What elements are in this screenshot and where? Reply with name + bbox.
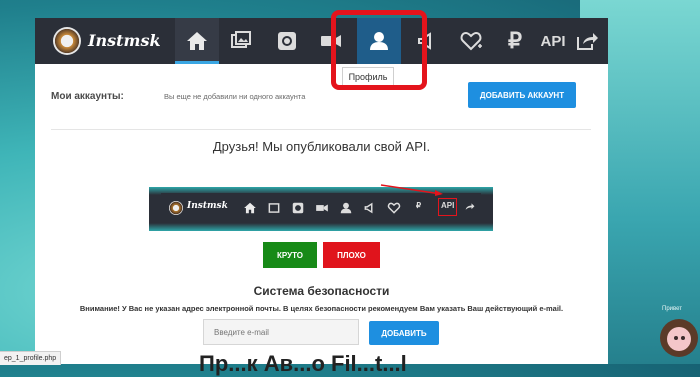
nav-share[interactable] xyxy=(565,18,609,64)
main-panel: Instmsk ₽ API Профиль Мои аккаунты: Вы е… xyxy=(35,10,608,376)
preview-share-icon xyxy=(465,203,475,210)
api-announcement: Друзья! Мы опубликовали свой API. xyxy=(212,139,431,154)
accounts-label: Мои аккаунты: xyxy=(51,91,124,102)
preview-megaphone-icon xyxy=(364,202,373,214)
preview-heart-icon xyxy=(387,202,401,214)
brand-name[interactable]: Instmsk xyxy=(88,31,161,50)
chat-avatar[interactable] xyxy=(660,319,698,357)
security-title: Система безопасности xyxy=(253,284,390,298)
email-input[interactable] xyxy=(203,319,359,345)
avatar-face xyxy=(667,327,691,351)
preview-brand: Instmsk xyxy=(187,201,228,211)
nav-home[interactable] xyxy=(175,18,219,64)
avatar-eye-right xyxy=(681,336,685,340)
api-preview-image: Instmsk ₽ API xyxy=(149,184,493,231)
divider xyxy=(51,129,591,130)
photos-icon xyxy=(231,31,251,48)
preview-photos-icon xyxy=(268,203,280,213)
preview-video-icon xyxy=(316,204,328,212)
instagram-camera-logo[interactable] xyxy=(53,27,81,55)
preview-arrow xyxy=(380,184,443,196)
security-warning: Внимание! У Вас не указан адрес электрон… xyxy=(79,304,564,313)
add-email-button[interactable]: ДОБАВИТЬ xyxy=(369,321,439,345)
home-icon xyxy=(187,32,207,50)
api-icon: API xyxy=(540,32,566,50)
share-icon xyxy=(577,33,598,50)
chat-widget-label: Привет xyxy=(662,306,683,312)
bad-button[interactable]: ПЛОХО xyxy=(323,242,380,268)
nav-photos[interactable] xyxy=(219,18,263,64)
instagram-icon xyxy=(278,32,296,50)
heart-plus-icon xyxy=(460,31,482,51)
avatar-eye-left xyxy=(674,336,678,340)
ruble-icon: ₽ xyxy=(508,28,522,53)
preview-logo xyxy=(169,201,183,215)
highlight-annotation xyxy=(331,10,427,90)
top-navbar: Instmsk ₽ API xyxy=(35,18,608,64)
preview-ruble-icon: ₽ xyxy=(416,201,422,210)
preview-home-icon xyxy=(244,202,256,214)
preview-instagram-icon xyxy=(292,202,304,214)
preview-highlight-box xyxy=(438,198,457,216)
preview-navbar: Instmsk ₽ API xyxy=(161,193,481,223)
nav-likes[interactable] xyxy=(449,18,493,64)
preview-profile-icon xyxy=(340,202,352,214)
nav-instagram[interactable] xyxy=(265,18,309,64)
add-account-button[interactable]: ДОБАВИТЬ АККАУНТ xyxy=(468,82,576,108)
good-button[interactable]: КРУТО xyxy=(263,242,317,268)
active-indicator xyxy=(175,61,219,64)
status-bar-url: ep_1_profile.php xyxy=(0,351,62,365)
partial-heading: Пр...к Ав...о Fil...t...l xyxy=(199,351,407,376)
accounts-empty-message: Вы еще не добавили ни одного аккаунта xyxy=(164,92,306,101)
